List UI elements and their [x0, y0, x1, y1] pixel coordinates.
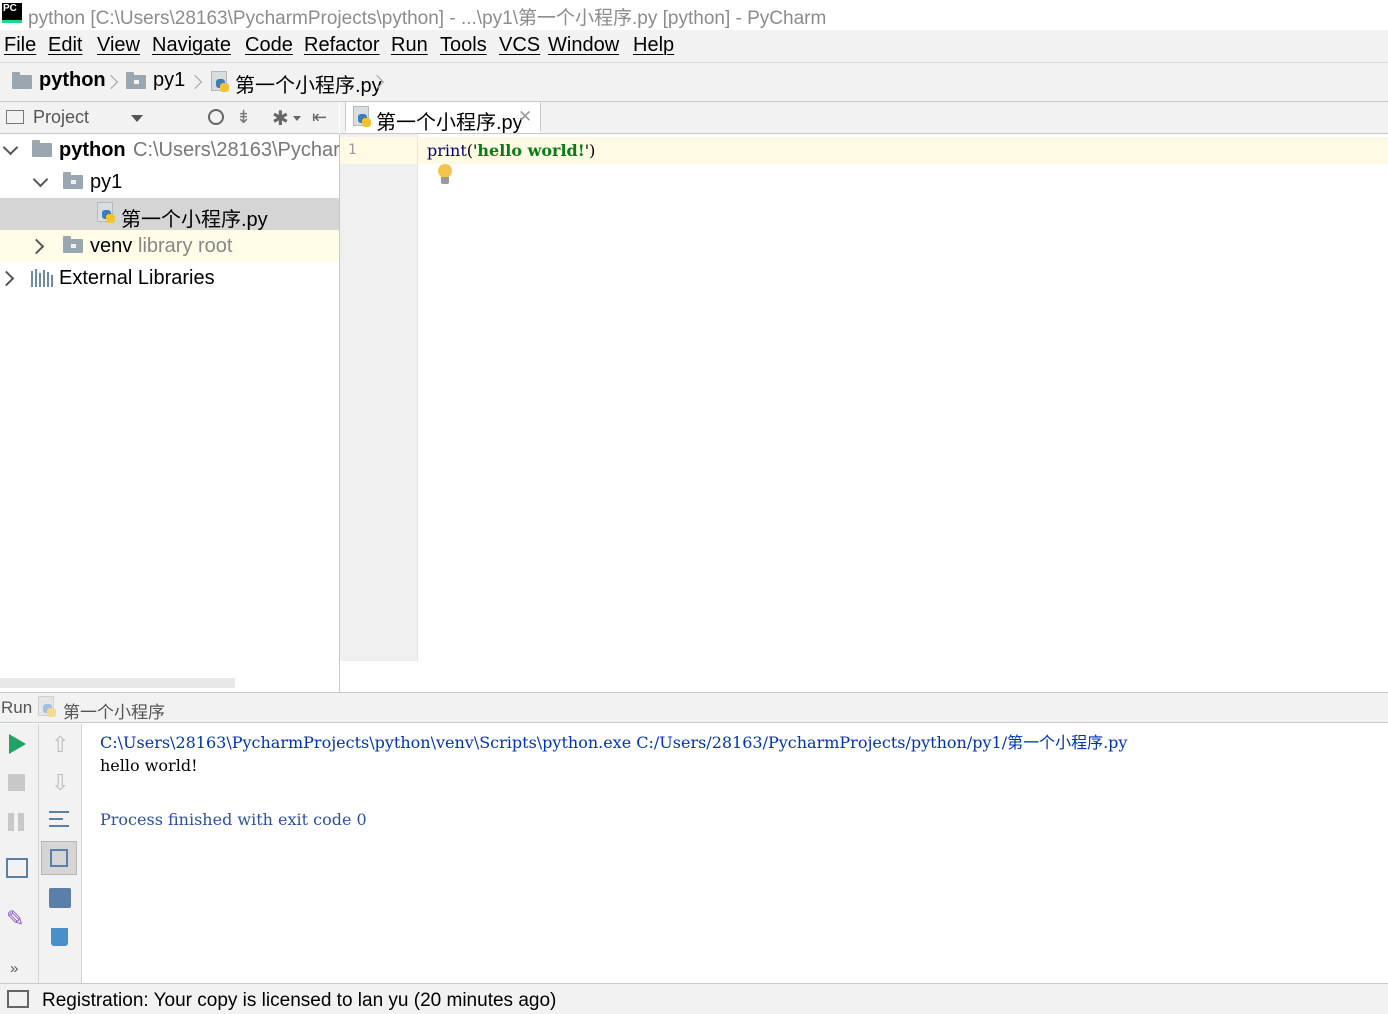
trash-icon[interactable]: [51, 928, 68, 946]
tree-label-python: python: [59, 139, 126, 161]
folder-icon: [126, 72, 146, 89]
library-icon: [31, 269, 53, 287]
tree-label-external-libraries: External Libraries: [59, 267, 215, 289]
dropdown-arrow-icon[interactable]: [131, 115, 143, 122]
expand-arrow-icon[interactable]: [2, 139, 19, 156]
project-panel-header: Project ⇟ ✱ ⇤: [0, 102, 339, 134]
tree-row-file-selected[interactable]: 第一个小程序.py: [0, 198, 339, 231]
menu-bar: File Edit View Navigate Code Refactor Ru…: [0, 30, 1388, 63]
editor-gutter: [340, 134, 418, 661]
locate-icon[interactable]: [208, 109, 224, 125]
folder-icon: [12, 72, 32, 89]
tree-row-venv[interactable]: venv library root: [0, 230, 339, 262]
code-close: '): [584, 141, 596, 160]
scroll-to-end-icon: [50, 849, 68, 867]
collapse-arrow-icon[interactable]: [28, 238, 45, 255]
python-file-icon: [209, 71, 229, 93]
code-line-1[interactable]: print('hello world!'): [418, 137, 1388, 164]
menu-tools[interactable]: Tools: [440, 34, 487, 57]
lightbulb-icon[interactable]: [437, 164, 453, 186]
project-tree: python C:\Users\28163\Pycharm py1 第一个小程序…: [0, 134, 356, 692]
menu-refactor[interactable]: Refactor: [304, 34, 380, 57]
soft-wrap-icon[interactable]: [49, 809, 71, 829]
up-arrow-icon[interactable]: ⇧: [51, 732, 69, 758]
horizontal-scrollbar[interactable]: [0, 678, 235, 688]
tree-label-py1: py1: [90, 171, 123, 193]
code-open: (': [466, 141, 478, 160]
code-func: print: [427, 141, 467, 160]
python-file-icon: [351, 106, 371, 128]
console-line-output: hello world!: [100, 756, 198, 775]
run-toolbar-secondary: ⇧ ⇩: [39, 724, 82, 983]
menu-view[interactable]: View: [97, 34, 140, 57]
status-message: Registration: Your copy is licensed to l…: [42, 990, 557, 1011]
chevron-right-icon: [103, 74, 119, 90]
tree-row-python[interactable]: python C:\Users\28163\Pycharm: [0, 134, 356, 166]
title-bar: PC python [C:\Users\28163\PycharmProject…: [0, 0, 1388, 30]
gear-dropdown-icon[interactable]: [293, 116, 301, 121]
close-tab-icon[interactable]: ✕: [518, 107, 532, 127]
more-actions-icon[interactable]: »: [10, 960, 18, 977]
python-run-config-icon: [36, 696, 56, 718]
hide-panel-icon[interactable]: ⇤: [312, 107, 327, 128]
tab-file[interactable]: 第一个小程序.py ✕: [345, 102, 541, 134]
stop-icon[interactable]: [8, 774, 25, 791]
navigation-bar: python py1 第一个小程序.py: [0, 63, 1388, 102]
breadcrumb-py1[interactable]: py1: [153, 69, 185, 92]
line-number: 1: [348, 142, 357, 158]
pycharm-logo-icon: PC: [2, 3, 22, 23]
folder-icon: [63, 236, 83, 253]
console-line-command: C:\Users\28163\PycharmProjects\python\ve…: [100, 733, 1128, 752]
run-console[interactable]: C:\Users\28163\PycharmProjects\python\ve…: [82, 724, 1388, 983]
rerun-icon[interactable]: [9, 734, 26, 754]
collapse-all-icon[interactable]: ⇟: [236, 108, 254, 126]
tree-row-py1[interactable]: py1: [0, 166, 339, 198]
pause-icon-bar: [18, 813, 24, 831]
chevron-right-icon: [187, 74, 203, 90]
folder-icon: [63, 172, 83, 189]
code-string: hello world!: [477, 141, 585, 160]
menu-window[interactable]: Window: [548, 34, 619, 57]
python-file-icon: [95, 202, 115, 224]
tree-suffix-venv: library root: [138, 235, 233, 257]
code-editor[interactable]: [418, 134, 1388, 661]
tree-label-file: 第一个小程序.py: [121, 209, 268, 231]
project-icon: [6, 110, 24, 124]
tool-windows-icon[interactable]: [7, 990, 29, 1008]
expand-arrow-icon[interactable]: [32, 171, 49, 188]
status-bar: Registration: Your copy is licensed to l…: [0, 983, 1388, 1014]
tab-label: 第一个小程序.py: [376, 112, 523, 134]
menu-file[interactable]: File: [4, 34, 36, 57]
breadcrumb-file[interactable]: 第一个小程序.py: [235, 69, 382, 98]
layout-icon[interactable]: [6, 858, 28, 878]
run-config-name[interactable]: 第一个小程序: [63, 698, 165, 723]
gutter-current-line: 1: [340, 137, 417, 164]
run-toolbar-primary: ✎ »: [0, 724, 39, 983]
folder-icon: [32, 140, 52, 157]
menu-navigate[interactable]: Navigate: [152, 34, 231, 57]
pause-icon[interactable]: [8, 813, 14, 831]
menu-run[interactable]: Run: [391, 34, 428, 57]
tree-path-python: C:\Users\28163\Pycharm: [133, 139, 357, 161]
code-text: print('hello world!'): [427, 141, 595, 160]
menu-help[interactable]: Help: [633, 34, 674, 57]
collapse-arrow-icon[interactable]: [0, 270, 15, 287]
window-title: python [C:\Users\28163\PycharmProjects\p…: [28, 8, 827, 29]
run-label: Run: [1, 698, 33, 717]
tree-row-external-libraries[interactable]: External Libraries: [0, 262, 339, 294]
gear-icon[interactable]: ✱: [272, 106, 289, 131]
console-line-exit: Process finished with exit code 0: [100, 810, 367, 829]
pin-icon[interactable]: ✎: [6, 906, 24, 932]
project-view-label[interactable]: Project: [33, 107, 89, 128]
scroll-to-end-button[interactable]: [41, 841, 77, 875]
menu-edit[interactable]: Edit: [48, 34, 82, 57]
menu-vcs[interactable]: VCS: [499, 34, 540, 57]
breadcrumb-python[interactable]: python: [39, 69, 106, 92]
tree-label-venv: venv: [90, 235, 133, 257]
menu-code[interactable]: Code: [245, 34, 293, 57]
down-arrow-icon[interactable]: ⇩: [51, 770, 69, 796]
print-icon[interactable]: [49, 888, 71, 908]
run-panel-header: Run 第一个小程序: [0, 692, 1388, 723]
